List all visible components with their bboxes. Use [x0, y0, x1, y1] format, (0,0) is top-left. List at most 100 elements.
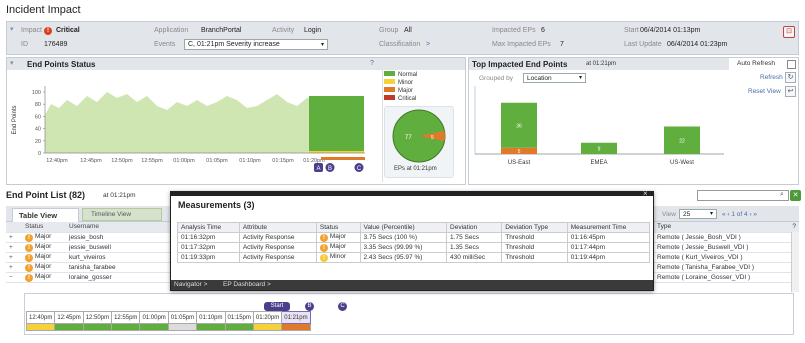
status-cell: ! Major: [315, 232, 361, 243]
timeline-time-cell[interactable]: 12:55pm: [111, 311, 141, 324]
measurement-row[interactable]: 01:19:33pm Activity Response! Minor 2.43 Se…: [177, 252, 651, 263]
measurements-col-header[interactable]: Deviation: [446, 222, 503, 233]
timeline-time-cell[interactable]: 12:40pm: [25, 311, 56, 324]
measurement-row[interactable]: 01:17:32pm Activity Response! Major 3.35 Se…: [177, 242, 651, 253]
status-cell: ! Major: [22, 232, 66, 243]
navigator-link[interactable]: Navigator >: [174, 281, 207, 288]
expand-toggle-icon[interactable]: +: [6, 252, 22, 263]
grouped-by-select[interactable]: Location ▾: [523, 73, 586, 83]
measurements-col-header[interactable]: Attribute: [238, 222, 317, 233]
y-tick-label: 40: [35, 127, 41, 133]
timeline-start-badge[interactable]: Start: [264, 302, 290, 311]
status-cell: ! Major: [22, 272, 66, 283]
table-row[interactable]: Remote ( Jessie_Bosh_VDI ): [654, 232, 799, 243]
table-row[interactable]: Remote ( Kurt_Viveiros_VDI ): [654, 252, 799, 263]
marker-a[interactable]: A: [314, 163, 323, 172]
max-impacted-eps-value: 7: [560, 41, 564, 48]
col-type[interactable]: Type: [654, 222, 789, 233]
x-tick-label: 12:40pm: [46, 158, 68, 164]
timeline-time-cell[interactable]: 01:10pm: [196, 311, 226, 324]
timeline-status-cell: [25, 323, 56, 331]
svg-text:B: B: [328, 166, 332, 172]
y-tick-label: 0: [38, 151, 41, 157]
status-cell: ! Minor: [315, 252, 361, 263]
application-value: BranchPortal: [201, 27, 242, 34]
table-row[interactable]: Remote ( Loraine_Gosser_VDI ): [654, 272, 799, 283]
measurements-col-header[interactable]: Analysis Time: [177, 222, 240, 233]
collapse-chevron-icon[interactable]: ▾: [10, 25, 14, 33]
timeline-time-cell[interactable]: 01:05pm: [167, 311, 198, 324]
measurements-header-row: Analysis Time Attribute Status Value (Perce…: [177, 222, 651, 233]
timeline-time-cell[interactable]: 12:45pm: [54, 311, 84, 324]
top-impacted-bar-chart: 5 36 US-East 9 EMEA 22 US-West: [474, 86, 724, 166]
measurements-col-header[interactable]: Deviation Type: [501, 222, 568, 233]
expand-toggle-icon[interactable]: +: [6, 242, 22, 253]
legend-minor: Minor: [384, 79, 417, 87]
col-status[interactable]: Status: [22, 222, 66, 233]
measurements-col-header[interactable]: Status: [315, 222, 361, 233]
measurement-time-cell: 01:19:44pm: [566, 252, 651, 263]
measurements-col-header[interactable]: Value (Percentile): [359, 222, 448, 233]
marker-c[interactable]: C: [354, 163, 364, 172]
modal-top-bar: [171, 192, 653, 196]
timeline-time-cell[interactable]: 01:21pm: [281, 311, 311, 324]
timeline-time-cell[interactable]: 01:20pm: [252, 311, 283, 324]
category-label: US-West: [670, 160, 694, 166]
timeline-status-cell: [167, 323, 198, 331]
tab-table-view[interactable]: Table View: [12, 208, 79, 222]
reset-icon[interactable]: ↩: [785, 86, 796, 97]
endpoint-table-right: Type ? Remote ( Jessie_Bosh_VDI ) Remote …: [654, 222, 799, 283]
measurements-modal: × Measurements (3) Analysis Time Attribut…: [170, 189, 654, 291]
type-cell: Remote ( Jessie_Buswell_VDI ): [654, 242, 799, 253]
tab-timeline-view[interactable]: Timeline View: [82, 208, 162, 221]
expand-toggle-icon[interactable]: +: [6, 232, 22, 243]
pie-caption: EPs at 01:21pm: [394, 166, 437, 172]
measurement-row[interactable]: 01:16:32pm Activity Response! Major 3.75 Se…: [177, 232, 651, 243]
timeline-times-row: 12:40pm 12:45pm 12:50pm 12:55pm 01:00pm 01:05…: [25, 311, 311, 324]
start-value: 06/4/2014 01:13pm: [640, 27, 701, 34]
pager[interactable]: « ‹ 1 of 4 › »: [722, 211, 757, 218]
status-area-chart: End Points 100806040200 12:40pm 12:45pm 12…: [12, 86, 365, 172]
table-scrollbar[interactable]: [791, 232, 799, 292]
pdf-export-icon[interactable]: ⊡: [783, 26, 795, 38]
ep-dashboard-link[interactable]: EP Dashboard >: [223, 281, 271, 288]
marker-b[interactable]: B: [325, 163, 335, 172]
events-select[interactable]: C, 01:21pm Severity increase ▾: [184, 39, 328, 50]
deviation-cell: 1.75 Secs: [446, 232, 503, 243]
table-row[interactable]: Remote ( Tanisha_Farabee_VDI ): [654, 262, 799, 273]
value-cell: 2.43 Secs (95.97 %): [359, 252, 448, 263]
timeline-time-cell[interactable]: 01:00pm: [139, 311, 169, 324]
help-icon[interactable]: ?: [370, 60, 374, 67]
table-header-row: Type ?: [654, 222, 799, 233]
timeline-time-cell[interactable]: 01:15pm: [224, 311, 254, 324]
page-size-select[interactable]: 25 ▾: [679, 209, 717, 219]
x-tick-label: 01:05pm: [206, 158, 228, 164]
timeline-badge-c[interactable]: C: [338, 302, 347, 311]
excel-export-icon[interactable]: ✕: [790, 190, 801, 201]
refresh-link[interactable]: Refresh: [760, 74, 783, 81]
measurement-time-cell: 01:16:45pm: [566, 232, 651, 243]
x-tick-label: 12:55pm: [141, 158, 163, 164]
id-label: ID: [21, 41, 28, 48]
search-icon[interactable]: ⌕: [776, 190, 788, 201]
auto-refresh-checkbox[interactable]: [787, 60, 796, 69]
close-icon[interactable]: ×: [643, 189, 648, 198]
timeline-status-cell: [224, 323, 254, 331]
expand-toggle-icon[interactable]: +: [6, 262, 22, 273]
timeline-badge-b[interactable]: B: [305, 302, 314, 311]
classification-link[interactable]: >: [426, 41, 430, 48]
reset-view-link[interactable]: Reset View: [748, 88, 781, 95]
timeline-table: 12:40pm 12:45pm 12:50pm 12:55pm 01:00pm 01:05…: [25, 311, 311, 331]
measurements-table: Analysis Time Attribute Status Value (Perce…: [177, 222, 651, 263]
timeline-status-cell: [139, 323, 169, 331]
y-tick-label: 20: [35, 139, 41, 145]
help-icon[interactable]: ?: [789, 222, 799, 233]
expand-toggle-icon[interactable]: −: [6, 272, 22, 283]
deviation-cell: 430 milliSec: [446, 252, 503, 263]
timeline-time-cell[interactable]: 12:50pm: [82, 311, 113, 324]
refresh-icon[interactable]: ↻: [785, 72, 796, 83]
table-row[interactable]: Remote ( Jessie_Buswell_VDI ): [654, 242, 799, 253]
major-status-icon: !: [25, 243, 33, 252]
collapse-chevron-icon[interactable]: ▾: [10, 59, 14, 67]
measurements-col-header[interactable]: Measurement Time: [566, 222, 651, 233]
